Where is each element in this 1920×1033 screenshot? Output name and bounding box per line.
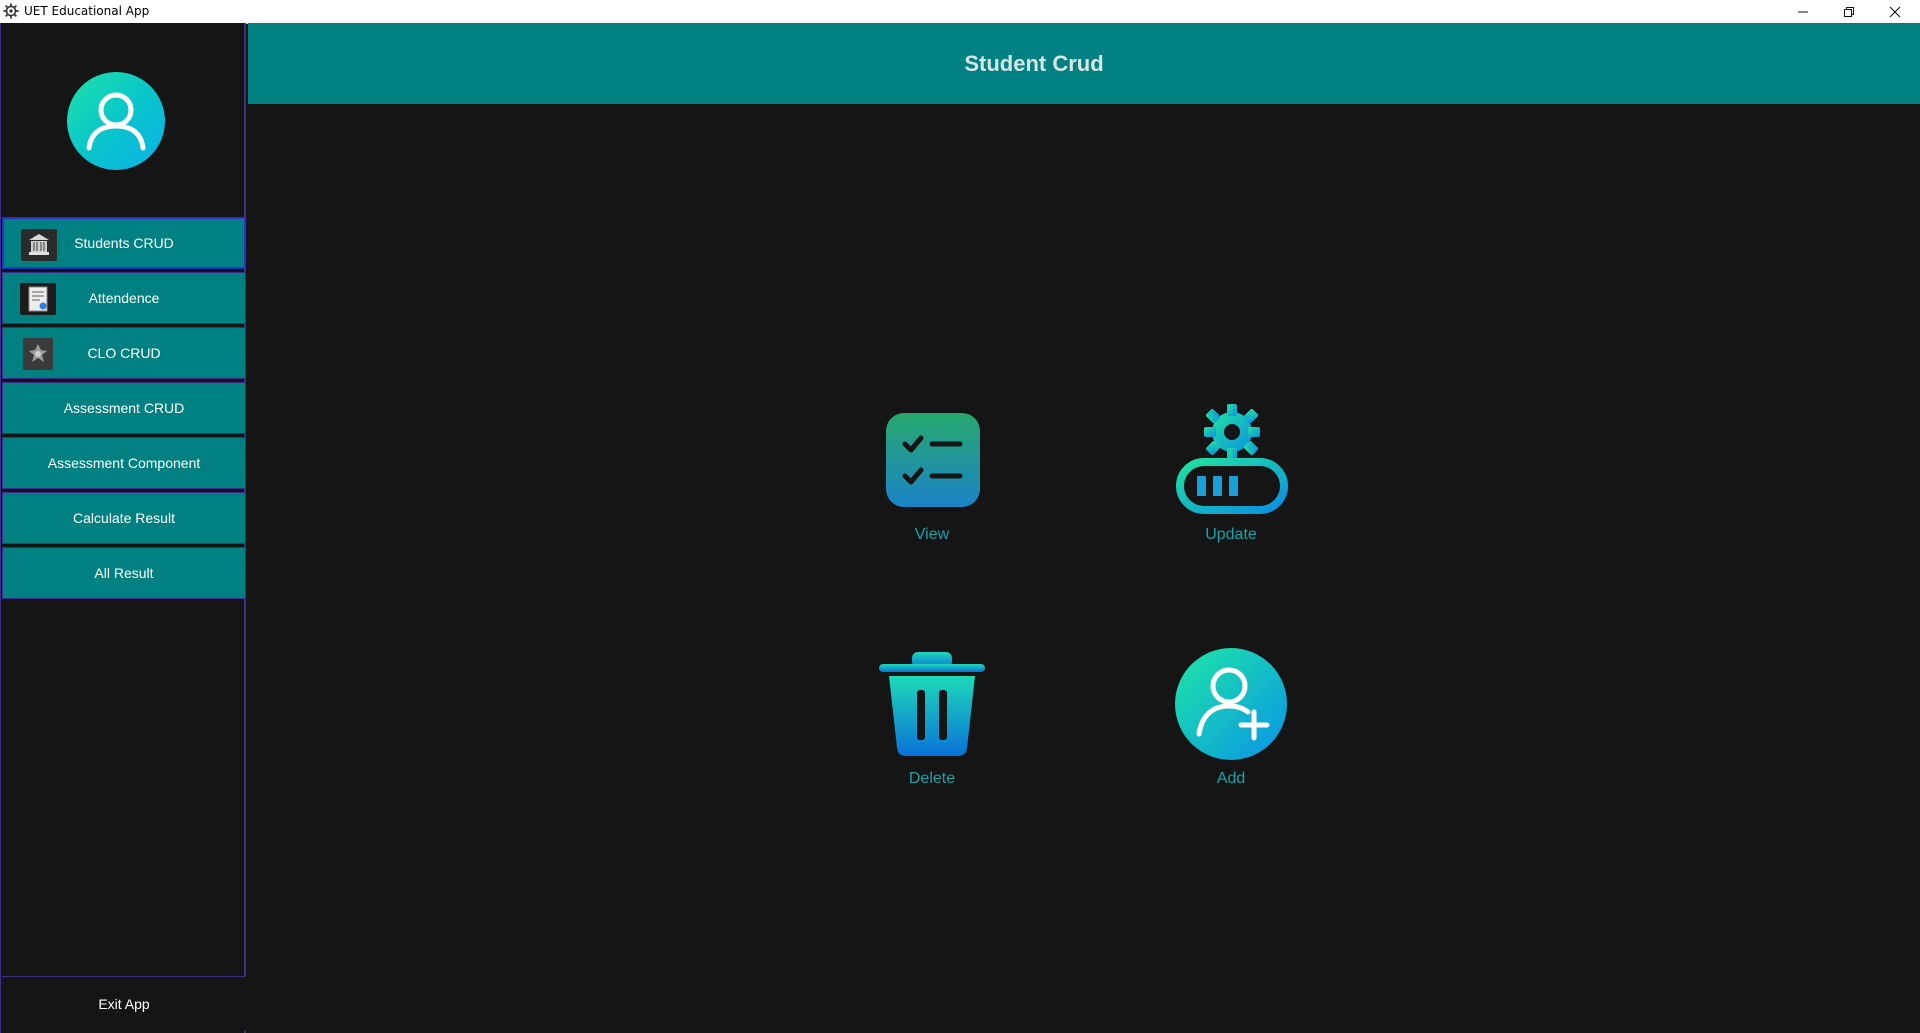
add-label: Add xyxy=(1216,770,1246,787)
sidebar-item-students-crud[interactable]: Students CRUD xyxy=(2,217,246,269)
add-user-icon xyxy=(1175,648,1287,760)
window-title-bar: UET Educational App xyxy=(0,0,1920,24)
sidebar-item-label: Calculate Result xyxy=(73,510,175,526)
page-title: Student Crud xyxy=(964,50,1104,76)
sidebar-item-label: Attendence xyxy=(88,290,160,306)
view-label: View xyxy=(914,526,950,543)
clo-icon xyxy=(23,338,53,370)
sidebar-item-label: Students CRUD xyxy=(74,235,174,251)
exit-app-label: Exit App xyxy=(98,996,150,1012)
delete-label: Delete xyxy=(908,770,956,787)
gear-progress-icon xyxy=(1176,404,1288,514)
close-button[interactable] xyxy=(1872,0,1918,23)
view-action[interactable]: View xyxy=(852,405,1012,551)
user-avatar-icon xyxy=(67,72,165,170)
update-action[interactable]: Update xyxy=(1151,400,1311,551)
sidebar-item-all-result[interactable]: All Result xyxy=(2,547,246,599)
sidebar-item-label: CLO CRUD xyxy=(87,345,161,361)
minimize-icon xyxy=(1798,11,1808,12)
sidebar-item-label: Assessment CRUD xyxy=(63,400,185,416)
attendance-icon xyxy=(20,283,56,315)
close-icon xyxy=(1889,6,1901,17)
sidebar-item-clo-crud[interactable]: CLO CRUD xyxy=(2,327,246,379)
sidebar-item-label: All Result xyxy=(94,565,154,581)
sidebar-item-assessment-component[interactable]: Assessment Component xyxy=(2,437,246,489)
page-header: Student Crud xyxy=(248,23,1920,104)
sidebar-item-label: Assessment Component xyxy=(47,455,201,471)
minimize-button[interactable] xyxy=(1780,0,1826,23)
sidebar: Students CRUD Attendence CLO CRUD Assess… xyxy=(0,23,246,1033)
delete-action[interactable]: Delete xyxy=(852,650,1012,795)
update-label: Update xyxy=(1205,526,1257,543)
app-gear-icon xyxy=(3,3,19,19)
sidebar-item-attendence[interactable]: Attendence xyxy=(2,272,246,324)
restore-button[interactable] xyxy=(1826,0,1872,23)
trash-icon xyxy=(879,652,985,756)
window-title: UET Educational App xyxy=(24,4,150,18)
exit-app-button[interactable]: Exit App xyxy=(2,976,246,1031)
sidebar-item-calculate-result[interactable]: Calculate Result xyxy=(2,492,246,544)
restore-icon xyxy=(1844,6,1854,17)
sidebar-item-assessment-crud[interactable]: Assessment CRUD xyxy=(2,382,246,434)
students-icon xyxy=(21,229,57,261)
checklist-icon xyxy=(886,413,980,507)
add-action[interactable]: Add xyxy=(1151,648,1311,795)
